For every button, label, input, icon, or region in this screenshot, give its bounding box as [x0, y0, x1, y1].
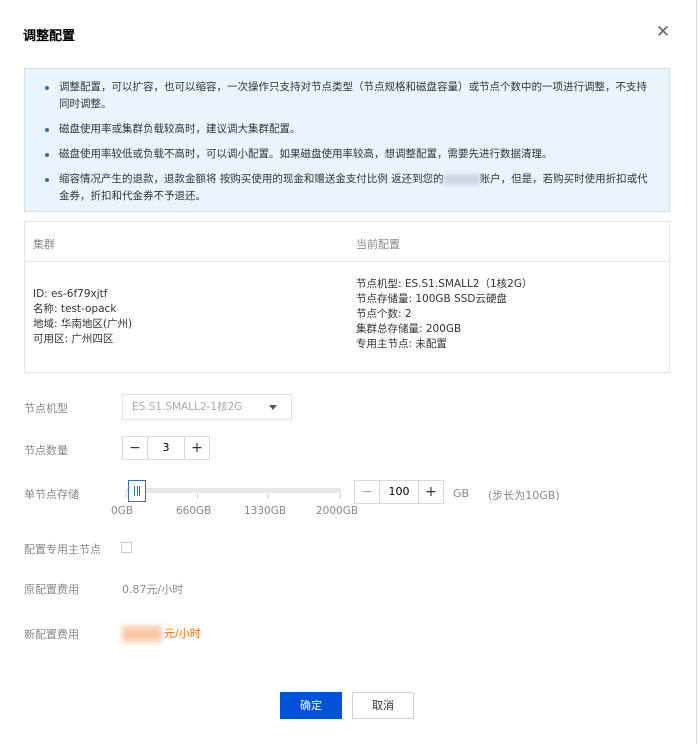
node-count-label: 节点数量 — [24, 444, 68, 457]
notice-item: 磁盘使用率或集群负载较高时，建议调大集群配置。 — [43, 121, 657, 138]
plus-button[interactable]: + — [185, 437, 209, 459]
node-type-select[interactable]: ES.S1.SMALL2-1核2G — [122, 394, 292, 420]
slider-tick — [126, 494, 127, 498]
slider-tick — [340, 494, 341, 498]
close-icon[interactable]: ✕ — [655, 24, 671, 41]
grip-icon — [133, 486, 140, 496]
confirm-button[interactable]: 确定 — [280, 692, 342, 719]
cluster-info-cell: ID: es-6f79xjtf 名称: test-opack 地域: 华南地区(… — [33, 287, 132, 347]
tick-label: 2000GB — [316, 505, 359, 517]
slider-tick — [268, 494, 269, 498]
adjust-config-dialog: 调整配置 ✕ 调整配置，可以扩容，也可以缩容，一次操作只支持对节点类型（节点规格… — [0, 0, 697, 744]
plus-button[interactable]: + — [419, 481, 443, 503]
orig-price-value: 0.87元/小时 — [122, 583, 184, 596]
column-cluster: 集群 — [33, 238, 55, 251]
cluster-id: ID: es-6f79xjtf — [33, 288, 108, 300]
new-price-suffix: 元/小时 — [164, 627, 201, 640]
minus-button[interactable]: − — [355, 481, 379, 503]
orig-price-label: 原配置费用 — [24, 583, 79, 596]
redacted-price — [122, 626, 162, 642]
notice-item: 缩容情况产生的退款，退款金额将 按购买使用的现金和赠送金支付比例 返还到您的 账户… — [43, 171, 657, 205]
notice-item: 调整配置，可以扩容，也可以缩容，一次操作只支持对节点类型（节点规格和磁盘容量）或… — [43, 79, 657, 113]
tick-label: 1330GB — [244, 505, 287, 517]
tick-label: 660GB — [176, 505, 212, 517]
storage-input[interactable]: 100 — [379, 481, 419, 503]
cluster-name: 名称: test-opack — [33, 303, 117, 315]
cancel-button[interactable]: 取消 — [352, 692, 414, 719]
notice-text-part1: 缩容情况产生的退款，退款金额将 按购买使用的现金和赠送金支付比例 返还到您的 — [59, 173, 444, 185]
cluster-region: 地域: 华南地区(广州) — [33, 318, 133, 330]
storage-stepper: − 100 + — [354, 480, 444, 504]
master-node-checkbox[interactable] — [121, 542, 132, 553]
cluster-info-table: 集群 当前配置 ID: es-6f79xjtf 名称: test-opack 地… — [24, 221, 670, 373]
node-type-value: ES.S1.SMALL2-1核2G — [132, 401, 243, 413]
storage-label: 单节点存储 — [24, 488, 79, 501]
tick-label: 0GB — [111, 505, 134, 517]
dialog-title: 调整配置 — [23, 29, 76, 44]
storage-slider-handle[interactable] — [127, 480, 146, 502]
storage-slider-track[interactable] — [126, 488, 341, 493]
column-current-config: 当前配置 — [356, 238, 400, 251]
config-node-count: 节点个数: 2 — [356, 308, 412, 320]
storage-unit: GB — [453, 487, 470, 500]
caret-down-icon — [269, 405, 277, 410]
config-master-node: 专用主节点: 未配置 — [356, 338, 447, 350]
new-price-value: 元/小时 — [122, 625, 201, 642]
minus-button[interactable]: − — [123, 437, 147, 459]
node-count-stepper: − 3 + — [122, 436, 210, 460]
config-node-storage: 节点存储量: 100GB SSD云硬盘 — [356, 293, 508, 305]
notice-item: 磁盘使用率较低或负载不高时，可以调小配置。如果磁盘使用率较高，想调整配置，需要先… — [43, 146, 657, 163]
storage-step-hint: (步长为10GB) — [488, 489, 560, 502]
config-node-type: 节点机型: ES.S1.SMALL2（1核2G） — [356, 278, 533, 290]
master-node-label: 配置专用主节点 — [24, 543, 101, 556]
node-count-input[interactable]: 3 — [147, 437, 185, 459]
current-config-cell: 节点机型: ES.S1.SMALL2（1核2G） 节点存储量: 100GB SS… — [356, 277, 532, 352]
cluster-zone: 可用区: 广州四区 — [33, 333, 114, 345]
slider-tick — [197, 494, 198, 498]
table-header: 集群 当前配置 — [25, 222, 669, 262]
node-type-label: 节点机型 — [24, 402, 68, 415]
config-total-storage: 集群总存储量: 200GB — [356, 323, 462, 335]
new-price-label: 新配置费用 — [24, 628, 79, 641]
redacted-text — [443, 173, 480, 185]
notice-box: 调整配置，可以扩容，也可以缩容，一次操作只支持对节点类型（节点规格和磁盘容量）或… — [24, 68, 670, 212]
